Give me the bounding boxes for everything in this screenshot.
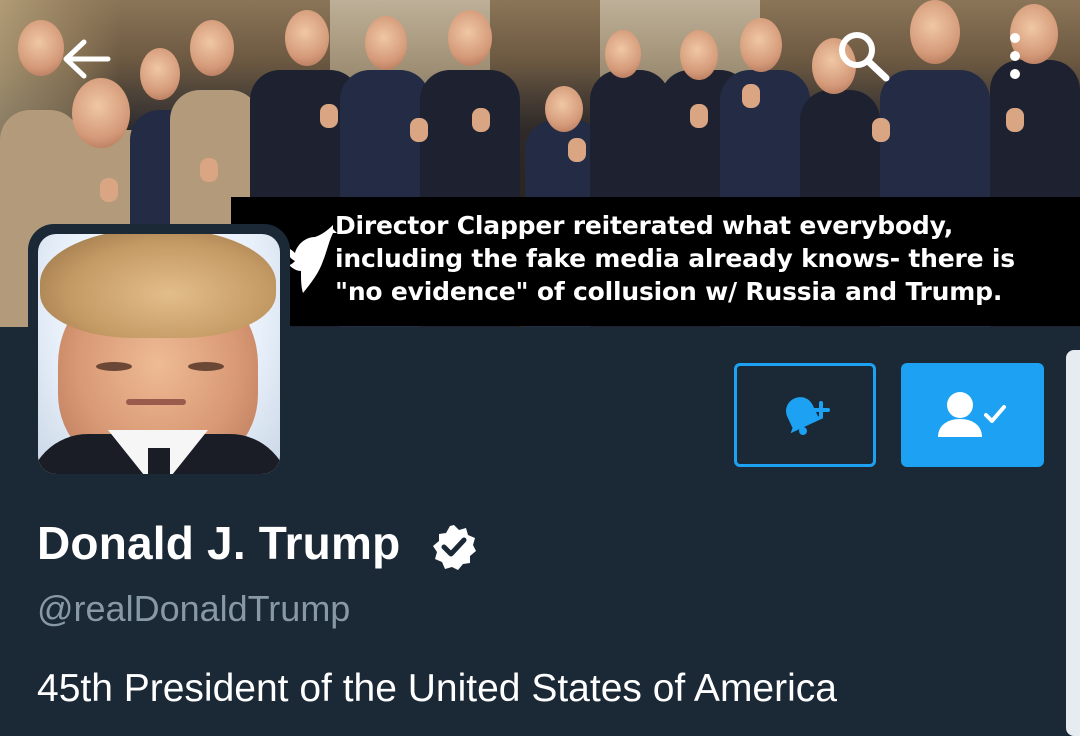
profile-handle: @realDonaldTrump [37, 588, 351, 629]
thumbs-up [1006, 108, 1024, 132]
crowd-person [190, 20, 234, 76]
thumbs-up [742, 84, 760, 108]
crowd-person [365, 16, 407, 70]
quote-line: Director Clapper reiterated what everybo… [335, 211, 954, 240]
crowd-person [285, 10, 329, 66]
crowd-person [448, 10, 492, 66]
crowd-person [140, 48, 180, 100]
thumbs-up [690, 104, 708, 128]
quote-line: "no evidence" of collusion w/ Russia and… [335, 277, 1003, 306]
back-arrow-icon[interactable] [58, 34, 114, 84]
profile-bio: 45th President of the United States of A… [37, 667, 837, 710]
banner-quote-box: Director Clapper reiterated what everybo… [231, 197, 1080, 326]
thumbs-up [200, 158, 218, 182]
profile-avatar-frame [28, 224, 290, 486]
crowd-person [680, 30, 718, 80]
crowd-person [740, 18, 782, 72]
avatar-eye [96, 362, 132, 371]
profile-name: Donald J. Trump [37, 517, 401, 569]
thumbs-up [410, 118, 428, 142]
avatar-mouth [126, 399, 186, 405]
thumbs-up [320, 104, 338, 128]
thumbs-up [472, 108, 490, 132]
avatar-hair [40, 234, 276, 338]
search-icon[interactable] [834, 28, 892, 84]
crowd-person [545, 86, 583, 132]
user-check-icon [937, 392, 1006, 437]
more-vertical-icon[interactable] [1000, 30, 1030, 84]
banner-quote-text: Director Clapper reiterated what everybo… [335, 209, 1070, 308]
quote-line: including the fake media already knows- … [335, 244, 1015, 273]
avatar[interactable] [38, 234, 280, 474]
thumbs-up [568, 138, 586, 162]
following-button[interactable] [901, 363, 1044, 467]
bell-plus-icon [786, 397, 830, 435]
verified-badge-icon [433, 525, 476, 570]
crowd-person [910, 0, 960, 64]
crowd-person [605, 30, 641, 78]
twitter-bird-icon [285, 225, 337, 293]
thumbs-up [872, 118, 890, 142]
thumbs-up [100, 178, 118, 202]
crowd-person [72, 78, 130, 148]
scrollbar[interactable] [1066, 350, 1080, 736]
avatar-eye [188, 362, 224, 371]
avatar-tie [148, 448, 170, 474]
notifications-button[interactable] [734, 363, 876, 467]
